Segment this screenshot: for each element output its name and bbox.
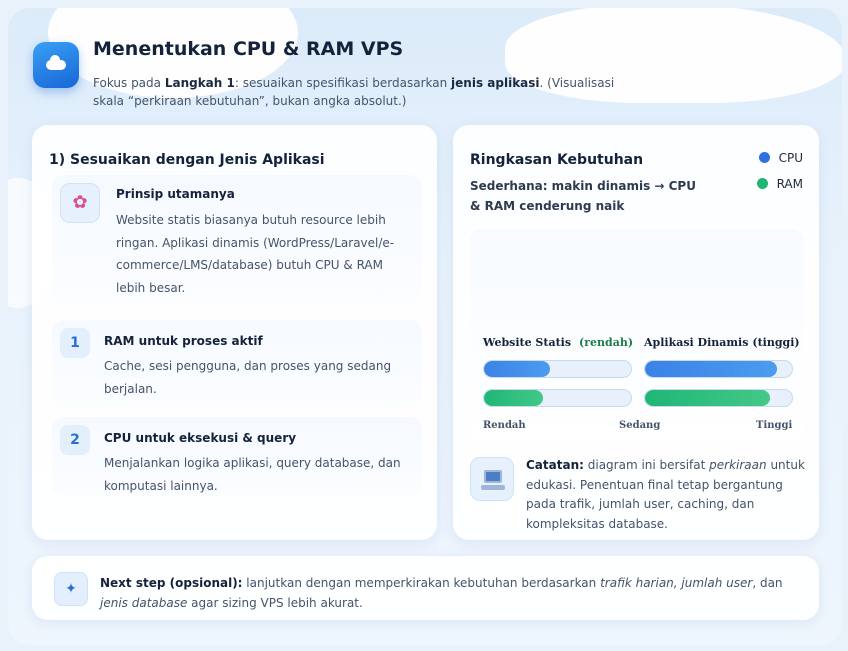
- bar-ram-static: [484, 390, 543, 406]
- legend-dot: [758, 152, 770, 163]
- summary-card: Ringkasan Kebutuhan CPU RAM Sederhana: m…: [453, 125, 819, 540]
- item-title: RAM untuk proses aktif: [104, 334, 263, 348]
- sparkle-icon: ✦: [54, 572, 88, 606]
- bar-track: [644, 389, 793, 407]
- card-title: 1) Sesuaikan dengan Jenis Aplikasi: [49, 152, 325, 168]
- note-text: Catatan: diagram ini bersifat perkiraan …: [526, 458, 805, 531]
- principle-text: Website statis biasanya butuh resource l…: [116, 213, 395, 295]
- bar-cpu-static: [484, 361, 551, 377]
- laptop-icon: [470, 457, 514, 501]
- item-text: Menjalankan logika aplikasi, query datab…: [104, 456, 401, 493]
- scale-label-high: Tinggi: [756, 420, 793, 431]
- item-title: CPU untuk eksekusi & query: [104, 431, 297, 445]
- principle-box: ✿ Prinsip utamanya Website statis biasan…: [52, 175, 422, 303]
- bar-track: [483, 389, 632, 407]
- bar-track: [644, 360, 793, 378]
- category-label: Website Statis (rendah): [483, 336, 634, 349]
- app-type-card: 1) Sesuaikan dengan Jenis Aplikasi ✿ Pri…: [32, 125, 437, 540]
- category-label: Aplikasi Dinamis (tinggi): [644, 336, 800, 349]
- bar-chart: Website Statis (rendah) Aplikasi Dinamis(…: [470, 229, 804, 439]
- step-number: 2: [60, 425, 90, 455]
- brain-icon: ✿: [60, 183, 100, 223]
- legend-dot: [756, 178, 768, 189]
- principle-title: Prinsip utamanya: [116, 187, 235, 201]
- scale-label-mid: Sedang: [619, 420, 661, 431]
- page-frame: Menentukan CPU & RAM VPS Fokus pada Lang…: [8, 8, 842, 645]
- bar-track: [483, 360, 632, 378]
- bar-cpu-dynamic: [645, 361, 778, 377]
- legend-ram: RAM: [756, 177, 803, 191]
- legend-cpu: CPU: [758, 151, 803, 165]
- step-number: 1: [60, 328, 90, 358]
- page-title: Menentukan CPU & RAM VPS: [93, 38, 404, 60]
- list-item: 1 RAM untuk proses aktif Cache, sesi pen…: [52, 320, 422, 408]
- scale-label-low: Rendah: [483, 420, 526, 431]
- card-title: Ringkasan Kebutuhan: [470, 152, 644, 168]
- page-subtitle: Fokus pada Langkah 1: sesuaikan spesifik…: [93, 76, 615, 108]
- next-step-card: ✦ Next step (opsional): lanjutkan dengan…: [32, 556, 819, 620]
- bar-ram-dynamic: [645, 390, 770, 406]
- cloud-icon: [33, 42, 79, 88]
- item-text: Cache, sesi pengguna, dan proses yang se…: [104, 359, 392, 396]
- next-step-text: Next step (opsional): lanjutkan dengan m…: [100, 576, 783, 610]
- summary-subtitle: Sederhana: makin dinamis → CPU & RAM cen…: [470, 179, 696, 213]
- list-item: 2 CPU untuk eksekusi & query Menjalankan…: [52, 417, 422, 497]
